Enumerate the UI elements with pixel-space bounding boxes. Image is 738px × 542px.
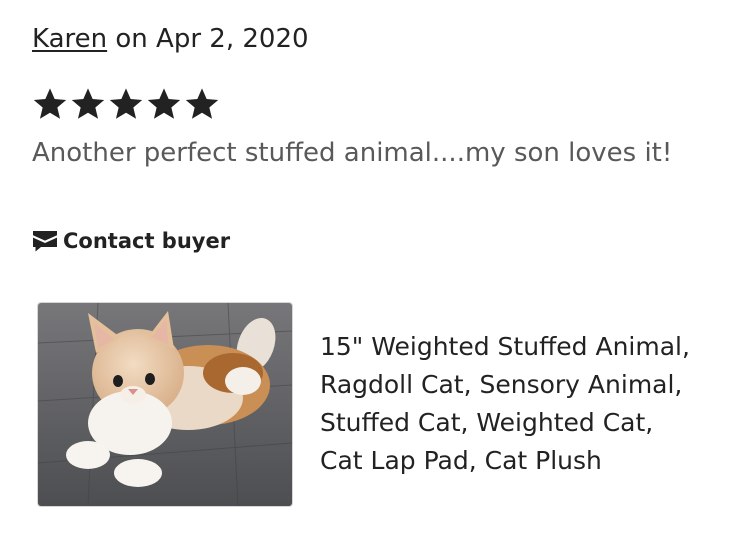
product-title-link[interactable]: 15" Weighted Stuffed Animal, Ragdoll Cat… bbox=[320, 328, 720, 480]
review-card: Karen on Apr 2, 2020 Another perfect stu… bbox=[32, 0, 722, 542]
star-icon bbox=[108, 86, 144, 126]
product-title-line: Cat Lap Pad, Cat Plush bbox=[320, 446, 602, 475]
contact-buyer-button[interactable]: Contact buyer bbox=[32, 226, 230, 256]
star-icon bbox=[146, 86, 182, 126]
star-icon bbox=[32, 86, 68, 126]
reviewed-product: 15" Weighted Stuffed Animal, Ragdoll Cat… bbox=[37, 302, 727, 507]
star-icon bbox=[184, 86, 220, 126]
product-image[interactable] bbox=[37, 302, 293, 507]
star-rating bbox=[32, 86, 220, 126]
product-title-line: Stuffed Cat, Weighted Cat, bbox=[320, 408, 654, 437]
message-icon bbox=[32, 229, 58, 253]
reviewer-name-link[interactable]: Karen bbox=[32, 24, 107, 54]
review-text: Another perfect stuffed animal....my son… bbox=[32, 138, 673, 168]
star-icon bbox=[70, 86, 106, 126]
contact-buyer-label: Contact buyer bbox=[63, 229, 231, 253]
review-byline: Karen on Apr 2, 2020 bbox=[32, 22, 309, 56]
review-date: on Apr 2, 2020 bbox=[115, 24, 309, 54]
product-title-line: Ragdoll Cat, Sensory Animal, bbox=[320, 370, 683, 399]
product-title-line: 15" Weighted Stuffed Animal, bbox=[320, 332, 690, 361]
